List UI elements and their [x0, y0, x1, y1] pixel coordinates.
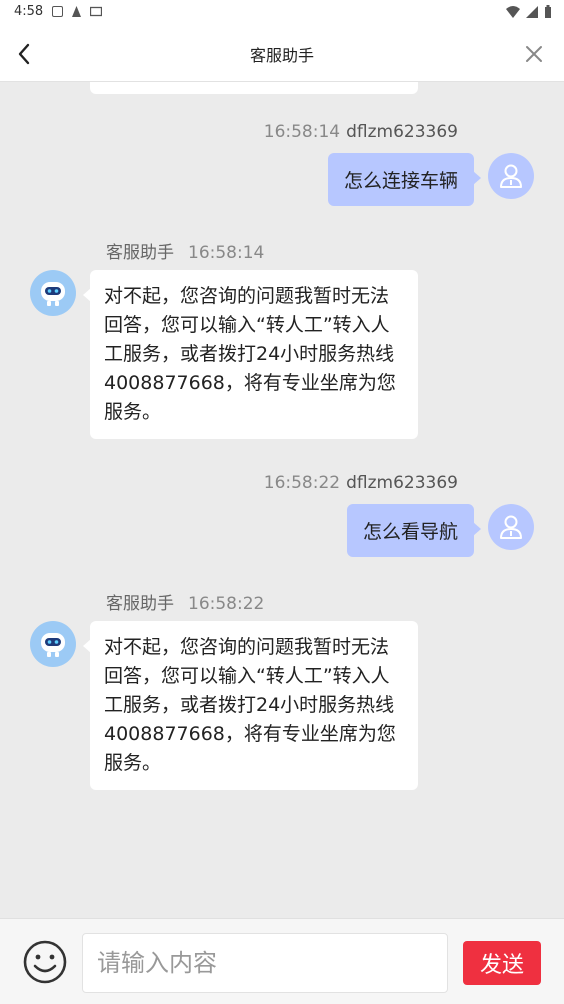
close-button[interactable] [518, 38, 550, 70]
notification-icon [52, 6, 63, 17]
title-bar: 客服助手 [0, 26, 564, 82]
message-username: dflzm623369 [346, 122, 458, 142]
message-time: 16:58:14 [188, 243, 265, 263]
message-sender-name: 客服助手 [106, 594, 174, 614]
signal-icon [526, 6, 538, 18]
wifi-icon [506, 6, 520, 18]
a-notification-icon [72, 6, 81, 17]
notification-icons [52, 6, 102, 17]
message-meta: 16:58:22 dflzm623369 [264, 473, 458, 493]
status-time: 4:58 [14, 4, 44, 19]
smiley-icon [23, 940, 67, 984]
close-icon [526, 46, 542, 62]
user-avatar [488, 153, 534, 199]
message-input[interactable] [82, 933, 448, 993]
battery-icon [545, 5, 551, 18]
message-meta: 客服助手 16:58:14 [106, 238, 264, 263]
send-button[interactable]: 发送 [463, 941, 541, 985]
message-time: 16:58:14 [263, 122, 341, 142]
message-meta: 客服助手 16:58:22 [106, 589, 264, 614]
robot-icon [41, 282, 65, 306]
input-bar: 发送 [0, 918, 564, 1004]
message-meta: 16:58:14 dflzm623369 [264, 122, 458, 142]
message-username: dflzm623369 [346, 473, 458, 493]
chat-message-list[interactable]: 16:58:14 dflzm623369 怎么连接车辆 客服助手 16:58:14 … [0, 82, 564, 918]
system-icons [506, 5, 552, 19]
message-sender-name: 客服助手 [106, 243, 174, 263]
emoji-button[interactable] [22, 939, 68, 985]
user-message-bubble: 怎么连接车辆 [327, 153, 482, 206]
previous-message-bubble [90, 82, 418, 94]
user-icon [500, 515, 522, 539]
status-bar: 4:58 [0, 0, 564, 26]
message-time: 16:58:22 [263, 473, 341, 493]
bot-message-bubble: 对不起，您咨询的问题我暂时无法回答，您可以输入“转人工”转入人工服务，或者拨打2… [83, 270, 418, 439]
bot-avatar [30, 270, 76, 316]
message-time: 16:58:22 [188, 594, 265, 614]
page-title: 客服助手 [249, 46, 314, 65]
bot-message-bubble: 对不起，您咨询的问题我暂时无法回答，您可以输入“转人工”转入人工服务，或者拨打2… [83, 621, 418, 790]
keyboard-notification-icon [90, 6, 102, 17]
robot-icon [41, 633, 65, 657]
user-message-bubble: 怎么看导航 [346, 504, 482, 557]
user-avatar [488, 504, 534, 550]
bot-avatar [30, 621, 76, 667]
user-icon [500, 164, 522, 188]
